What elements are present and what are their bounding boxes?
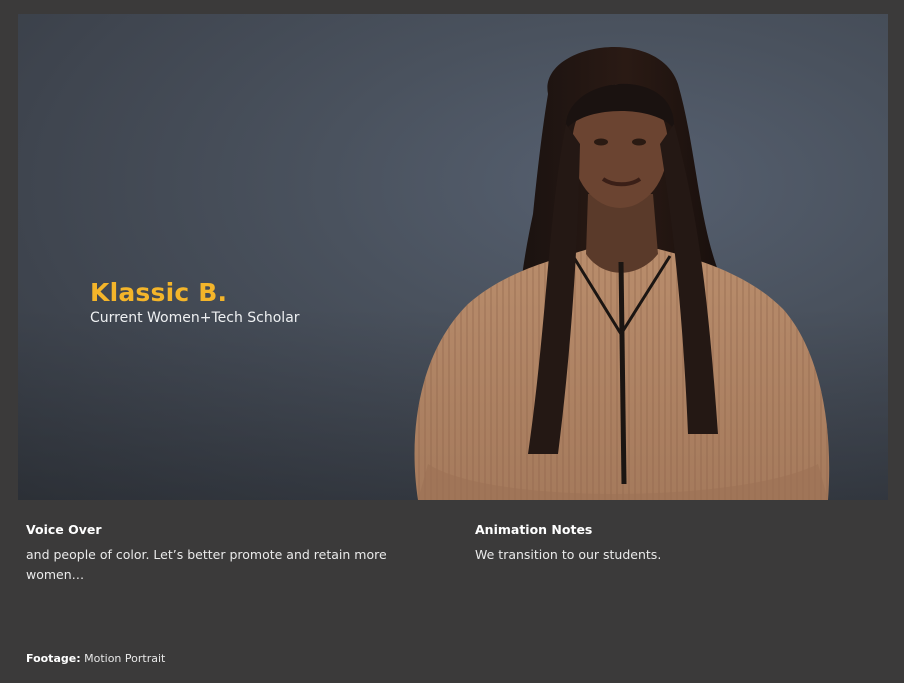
footage-label: Footage: bbox=[26, 652, 81, 665]
storyboard-page: Klassic B. Current Women+Tech Scholar Vo… bbox=[0, 0, 904, 683]
lower-third: Klassic B. Current Women+Tech Scholar bbox=[90, 278, 300, 326]
voice-over-heading: Voice Over bbox=[26, 522, 102, 537]
speaker-portrait bbox=[414, 46, 830, 500]
voice-over-section: Voice Over and people of color. Let’s be… bbox=[26, 522, 446, 585]
voice-over-text: and people of color. Let’s better promot… bbox=[26, 547, 387, 582]
animation-notes-text: We transition to our students. bbox=[475, 547, 662, 562]
speaker-role: Current Women+Tech Scholar bbox=[90, 310, 300, 326]
speaker-name: Klassic B. bbox=[90, 278, 228, 307]
animation-notes-section: Animation Notes We transition to our stu… bbox=[475, 522, 875, 565]
footage-line: Footage: Motion Portrait bbox=[26, 652, 165, 665]
video-frame: Klassic B. Current Women+Tech Scholar bbox=[18, 14, 888, 500]
notes-panel: Voice Over and people of color. Let’s be… bbox=[18, 500, 888, 683]
animation-notes-heading: Animation Notes bbox=[475, 522, 593, 537]
footage-value: Motion Portrait bbox=[84, 652, 166, 665]
